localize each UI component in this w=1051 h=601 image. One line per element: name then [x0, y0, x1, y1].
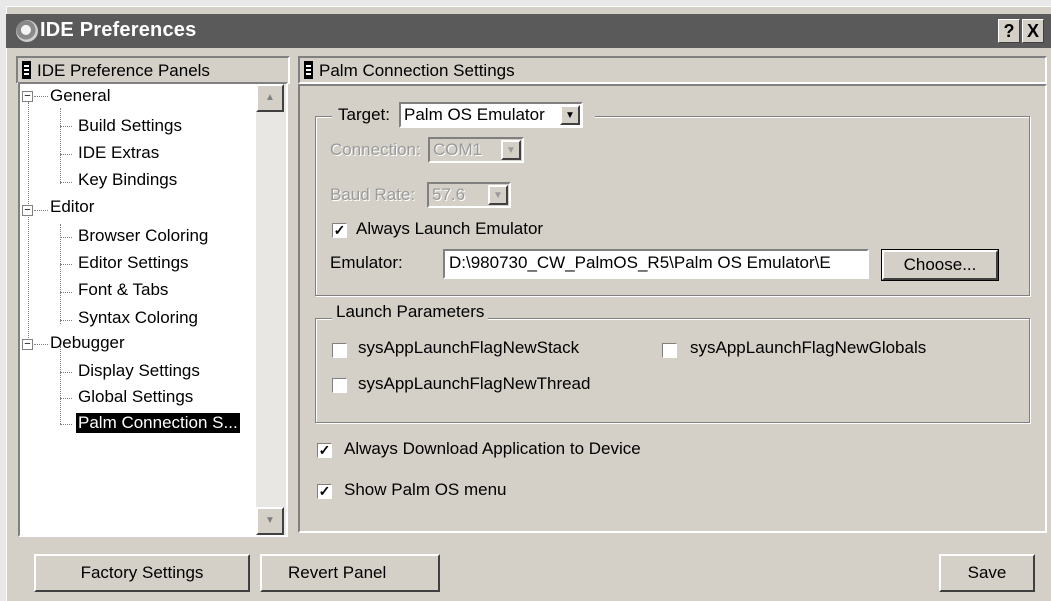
- tree-item-ide-extras[interactable]: IDE Extras: [78, 143, 159, 163]
- choose-button[interactable]: Choose...: [881, 249, 999, 281]
- chevron-down-icon[interactable]: ▼: [560, 105, 580, 125]
- right-panel-header-label: Palm Connection Settings: [319, 61, 515, 80]
- tree-connector: [60, 320, 72, 322]
- new-stack-label: sysAppLaunchFlagNewStack: [358, 338, 580, 357]
- connection-select-value: COM1: [433, 140, 483, 159]
- tree-item-syntax-coloring[interactable]: Syntax Coloring: [78, 308, 198, 328]
- show-palm-menu-label: Show Palm OS menu: [344, 480, 507, 499]
- emulator-path-field[interactable]: D:\980730_CW_PalmOS_R5\Palm OS Emulator\…: [443, 249, 869, 279]
- panel-grip-icon: [22, 61, 31, 80]
- always-launch-emulator-checkbox[interactable]: ✓: [332, 223, 347, 238]
- tree-item-build-settings[interactable]: Build Settings: [78, 116, 182, 136]
- tree-connector: [60, 424, 72, 426]
- tree-item-general[interactable]: General: [50, 86, 110, 106]
- tree-connector: [60, 398, 72, 400]
- window-title: IDE Preferences: [40, 19, 197, 41]
- target-select[interactable]: Palm OS Emulator ▼: [399, 102, 583, 128]
- tree-connector: [34, 96, 48, 98]
- connection-label: Connection:: [330, 140, 421, 159]
- always-launch-emulator-label: Always Launch Emulator: [356, 219, 544, 238]
- collapse-debugger-icon[interactable]: −: [22, 339, 33, 350]
- tree-connector: [60, 182, 72, 184]
- tree-connector: [60, 346, 62, 424]
- target-select-value: Palm OS Emulator: [404, 105, 545, 124]
- revert-panel-button[interactable]: Revert Panel: [260, 554, 440, 592]
- right-panel-header: Palm Connection Settings: [298, 56, 1047, 84]
- tree-item-display-settings[interactable]: Display Settings: [78, 361, 200, 381]
- left-panel-header: IDE Preference Panels: [16, 56, 290, 84]
- app-gear-icon: [16, 20, 38, 42]
- target-label: Target:: [338, 105, 390, 124]
- chevron-down-icon[interactable]: ▼: [488, 185, 508, 205]
- emulator-label: Emulator:: [330, 253, 403, 272]
- preference-panel-tree[interactable]: − General Build Settings IDE Extras Key …: [18, 82, 288, 537]
- scroll-up-icon[interactable]: ▲: [256, 84, 284, 112]
- tree-item-browser-coloring[interactable]: Browser Coloring: [78, 226, 208, 246]
- new-globals-label: sysAppLaunchFlagNewGlobals: [690, 338, 927, 357]
- tree-item-key-bindings[interactable]: Key Bindings: [78, 170, 177, 190]
- scroll-down-icon[interactable]: ▼: [256, 507, 284, 535]
- launch-parameters-group: [315, 318, 1030, 423]
- new-thread-label: sysAppLaunchFlagNewThread: [358, 374, 591, 393]
- tree-item-font-tabs[interactable]: Font & Tabs: [78, 280, 168, 300]
- left-panel-header-label: IDE Preference Panels: [37, 61, 210, 80]
- show-palm-menu-checkbox[interactable]: ✓: [317, 484, 332, 499]
- chevron-down-icon[interactable]: ▼: [501, 140, 521, 160]
- title-bar[interactable]: IDE Preferences ? X: [6, 14, 1051, 48]
- always-download-label: Always Download Application to Device: [344, 439, 641, 458]
- launch-parameters-legend: Launch Parameters: [332, 302, 489, 322]
- tree-item-global-settings[interactable]: Global Settings: [78, 387, 193, 407]
- close-button[interactable]: X: [1022, 19, 1044, 43]
- collapse-general-icon[interactable]: −: [22, 91, 33, 102]
- tree-connector: [60, 224, 62, 324]
- tree-item-editor-settings[interactable]: Editor Settings: [78, 253, 189, 273]
- tree-connector: [60, 154, 72, 156]
- tree-item-editor[interactable]: Editor: [50, 197, 94, 217]
- baud-rate-select[interactable]: 57.6 ▼: [427, 182, 511, 208]
- panel-grip-icon: [304, 61, 313, 80]
- tree-item-palm-connection-settings[interactable]: Palm Connection S...: [76, 413, 240, 433]
- help-button[interactable]: ?: [998, 19, 1020, 43]
- tree-connector: [60, 237, 72, 239]
- tree-connector: [60, 264, 72, 266]
- tree-connector: [34, 344, 48, 346]
- baud-rate-label: Baud Rate:: [330, 185, 416, 204]
- collapse-editor-icon[interactable]: −: [22, 205, 33, 216]
- connection-select[interactable]: COM1 ▼: [428, 137, 524, 163]
- tree-connector: [28, 102, 30, 350]
- tree-connector: [60, 108, 62, 184]
- baud-rate-select-value: 57.6: [432, 185, 466, 204]
- always-download-checkbox[interactable]: ✓: [317, 443, 332, 458]
- new-stack-checkbox[interactable]: [332, 343, 347, 358]
- save-button[interactable]: Save: [939, 554, 1035, 592]
- tree-connector: [60, 292, 72, 294]
- new-globals-checkbox[interactable]: [662, 343, 677, 358]
- tree-item-debugger[interactable]: Debugger: [50, 333, 125, 353]
- tree-connector: [60, 372, 72, 374]
- tree-connector: [34, 210, 48, 212]
- tree-scrollbar[interactable]: ▲ ▼: [256, 84, 286, 535]
- tree-connector: [60, 126, 72, 128]
- factory-settings-button[interactable]: Factory Settings: [34, 554, 250, 592]
- new-thread-checkbox[interactable]: [332, 378, 347, 393]
